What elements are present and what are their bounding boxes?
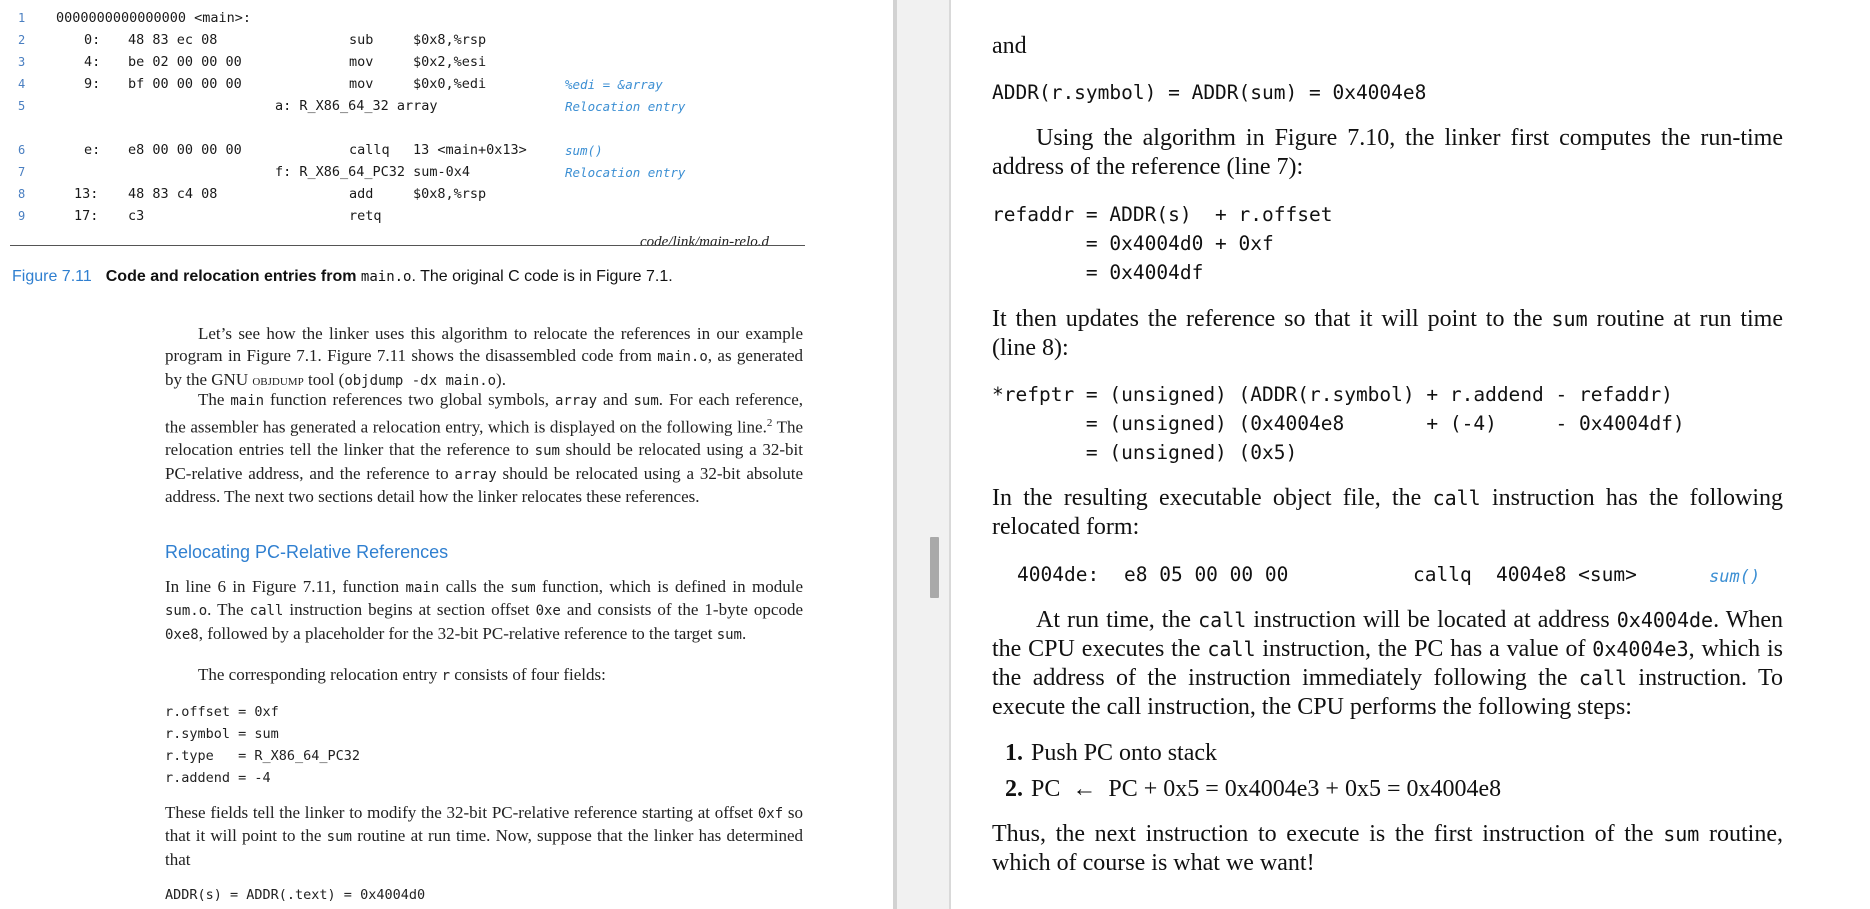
code-comment: %edi = &array	[565, 77, 663, 92]
paragraph: These fields tell the linker to modify t…	[165, 803, 803, 869]
relocation-field: r.offset = 0xf	[165, 704, 279, 720]
line-number: 7	[18, 165, 26, 179]
code-comment: Relocation entry	[565, 99, 686, 114]
code-bytes: 48 83 ec 08	[128, 32, 218, 48]
line-number: 2	[18, 33, 26, 47]
code-args: $0x8,%rsp	[413, 186, 487, 202]
code-opcode: retq	[349, 208, 382, 224]
line-number: 9	[18, 209, 26, 223]
line-number: 6	[18, 143, 26, 157]
instruction-opcode: callq	[1413, 563, 1472, 586]
equation-line: = (unsigned) (0x4004e8 + (-4) - 0x4004df…	[992, 412, 1685, 435]
paragraph: In line 6 in Figure 7.11, function main …	[165, 577, 804, 643]
paragraph: Thus, the next instruction to execute is…	[992, 821, 1783, 876]
address-equation: ADDR(r.symbol) = ADDR(sum) = 0x4004e8	[992, 81, 1427, 104]
code-opcode: add	[349, 186, 374, 202]
instruction-args: 4004e8 <sum>	[1496, 563, 1637, 586]
code-opcode: sub	[349, 32, 374, 48]
code-opcode: mov	[349, 76, 374, 92]
relocation-field: r.addend = -4	[165, 770, 271, 786]
code-bytes: c3	[128, 208, 145, 224]
code-args: $0x8,%rsp	[413, 32, 487, 48]
equation-line: *refptr = (unsigned) (ADDR(r.symbol) + r…	[992, 383, 1673, 406]
code-bytes: e8 00 00 00 00	[128, 142, 242, 158]
instruction-address: 4004de:	[1017, 563, 1100, 586]
code-address: 9:	[84, 76, 101, 92]
section-heading: Relocating PC-Relative References	[165, 542, 449, 562]
code-bytes: be 02 00 00 00	[128, 54, 242, 70]
code-opcode: callq	[349, 142, 390, 158]
line-number: 3	[18, 55, 26, 69]
line-number: 8	[18, 187, 26, 201]
page-divider	[893, 0, 897, 909]
equation-line: = (unsigned) (0x5)	[992, 441, 1298, 464]
scrollbar-thumb[interactable]	[930, 537, 939, 598]
equation-line: = 0x4004d0 + 0xf	[992, 232, 1274, 255]
equation-line: = 0x4004df	[992, 261, 1204, 284]
code-address: 0000000000000000 <main>:	[56, 10, 252, 26]
code-opcode: mov	[349, 54, 374, 70]
paragraph: The main function references two global …	[165, 390, 803, 506]
equation-line: refaddr = ADDR(s) + r.offset	[992, 203, 1333, 226]
figure-label: Figure 7.11	[12, 268, 92, 285]
page-gutter	[893, 0, 951, 909]
code-relocation: f: R_X86_64_PC32 sum-0x4	[275, 164, 471, 180]
code-address: 4:	[84, 54, 101, 70]
code-args: $0x2,%esi	[413, 54, 487, 70]
code-comment: sum()	[565, 143, 603, 158]
right-page: and ADDR(r.symbol) = ADDR(sum) = 0x4004e…	[951, 0, 1870, 909]
line-number: 1	[18, 11, 26, 25]
paragraph: In the resulting executable object file,…	[992, 485, 1784, 540]
relocation-field: r.symbol = sum	[165, 726, 279, 742]
code-bytes: 48 83 c4 08	[128, 186, 218, 202]
instruction-bytes: e8 05 00 00 00	[1124, 563, 1289, 586]
paragraph: and	[992, 33, 1027, 59]
code-relocation: a: R_X86_64_32 array	[275, 98, 438, 114]
code-address: 17:	[74, 208, 99, 224]
paragraph: The corresponding relocation entry r con…	[198, 665, 606, 684]
code-args: $0x0,%edi	[413, 76, 487, 92]
code-file-name: code/link/main-relo.d	[640, 234, 769, 250]
paragraph: Let’s see how the linker uses this algor…	[165, 324, 803, 389]
paragraph: Using the algorithm in Figure 7.10, the …	[992, 125, 1783, 180]
figure-caption: Figure 7.11 Code and relocation entries f…	[12, 268, 673, 285]
address-equation: ADDR(s) = ADDR(.text) = 0x4004d0	[165, 887, 426, 903]
code-comment: Relocation entry	[565, 165, 686, 180]
code-address: 0:	[84, 32, 101, 48]
step-item: 1. Push PC onto stack	[1005, 740, 1218, 766]
code-address: 13:	[74, 186, 99, 202]
code-bytes: bf 00 00 00 00	[128, 76, 242, 92]
line-number: 4	[18, 77, 26, 91]
paragraph: At run time, the call instruction will b…	[992, 607, 1783, 720]
line-number: 5	[18, 99, 26, 113]
code-args: 13 <main+0x13>	[413, 142, 527, 158]
relocation-field: r.type = R_X86_64_PC32	[165, 748, 361, 764]
instruction-comment: sum()	[1709, 567, 1761, 587]
step-item: 2. PC ← PC + 0x5 = 0x4004e3 + 0x5 = 0x400…	[1005, 776, 1502, 802]
paragraph: It then updates the reference so that it…	[992, 306, 1783, 361]
left-page: 1 0000000000000000 <main>: 2 0: 48 83 ec…	[0, 0, 893, 909]
figure-rule	[10, 245, 805, 246]
code-address: e:	[84, 142, 101, 158]
